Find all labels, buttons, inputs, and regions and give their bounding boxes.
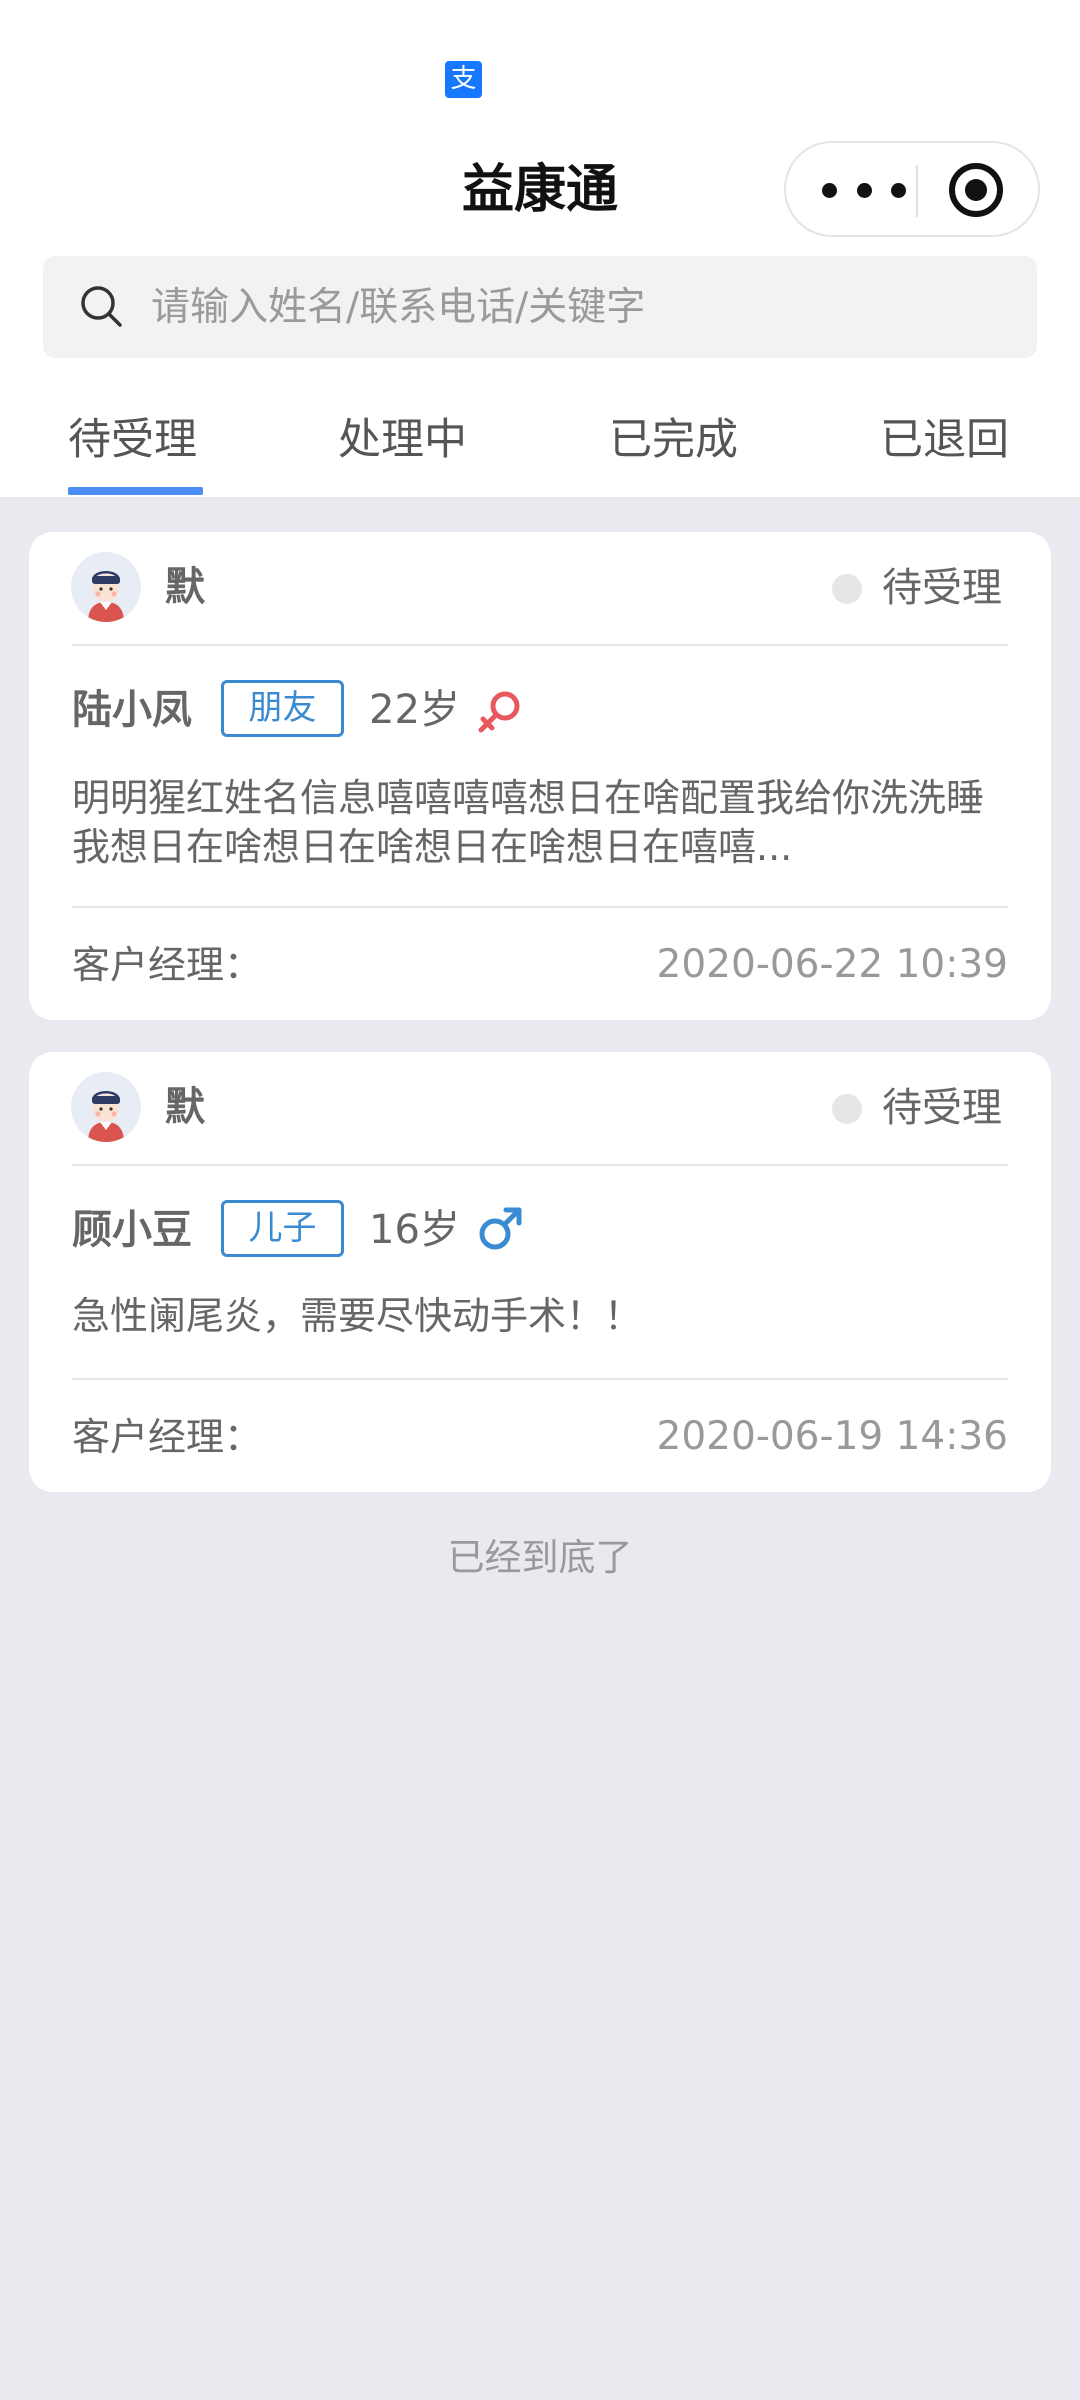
active-tab-indicator xyxy=(68,487,203,495)
tab-returned[interactable]: 已退回 xyxy=(880,410,1009,470)
patient-age: 16岁 xyxy=(369,1207,460,1253)
user-name: 默 xyxy=(165,1084,205,1130)
alipay-logo-icon: 支 xyxy=(445,61,482,98)
divider xyxy=(72,644,1008,646)
status-tabs: 待受理 处理中 已完成 已退回 xyxy=(0,400,1080,497)
record-description: 明明猩红姓名信息嘻嘻嘻嘻想日在啥配置我给你洗洗睡我想日在啥想日在啥想日在啥想日在… xyxy=(72,776,985,869)
patient-age: 22岁 xyxy=(369,687,460,733)
tab-pending[interactable]: 待受理 xyxy=(68,410,197,470)
dot xyxy=(891,182,906,198)
avatar xyxy=(71,552,141,622)
status-badge: 待受理 xyxy=(882,565,1002,611)
dot xyxy=(856,182,872,198)
page-title: 益康通 xyxy=(461,160,618,220)
search-bar xyxy=(43,256,1037,358)
divider xyxy=(72,1164,1008,1166)
dot xyxy=(822,182,837,198)
manager-label: 客户经理： xyxy=(72,1415,263,1459)
relation-tag: 儿子 xyxy=(221,1200,344,1257)
status-badge: 待受理 xyxy=(882,1085,1002,1131)
manager-label: 客户经理： xyxy=(72,943,263,987)
divider xyxy=(72,1378,1008,1380)
patient-name: 顾小豆 xyxy=(72,1207,192,1253)
relation-tag: 朋友 xyxy=(221,680,344,737)
status-dot xyxy=(832,1094,862,1124)
tab-completed[interactable]: 已完成 xyxy=(609,410,738,470)
patient-name: 陆小凤 xyxy=(72,687,192,733)
male-icon xyxy=(479,1207,522,1250)
record-description: 急性阑尾炎，需要尽快动手术！！ xyxy=(72,1294,643,1338)
user-name: 默 xyxy=(165,564,205,610)
tab-processing[interactable]: 处理中 xyxy=(338,410,467,470)
avatar-icon xyxy=(71,1072,141,1142)
end-of-list-text: 已经到底了 xyxy=(447,1536,633,1579)
record-time: 2020-06-22 10:39 xyxy=(656,942,1008,987)
record-card[interactable]: 默 待受理 顾小豆 儿子 16岁 急性阑尾炎，需要尽快动手术！！ 客户经理： 2… xyxy=(29,1052,1051,1492)
record-time: 2020-06-19 14:36 xyxy=(656,1414,1008,1459)
avatar-icon xyxy=(71,552,141,622)
miniapp-capsule xyxy=(784,141,1040,237)
record-card[interactable]: 默 待受理 陆小凤 朋友 22岁 明明猩红姓名信息嘻嘻嘻嘻想日在啥配置我给你洗洗… xyxy=(29,532,1051,1020)
close-miniapp-icon[interactable] xyxy=(949,163,1003,217)
female-icon xyxy=(478,691,520,733)
search-input[interactable] xyxy=(151,276,991,338)
search-icon xyxy=(81,286,122,327)
capsule-divider xyxy=(916,165,918,217)
status-dot xyxy=(832,574,862,604)
divider xyxy=(72,906,1008,908)
avatar xyxy=(71,1072,141,1142)
more-options-icon[interactable] xyxy=(822,167,906,213)
